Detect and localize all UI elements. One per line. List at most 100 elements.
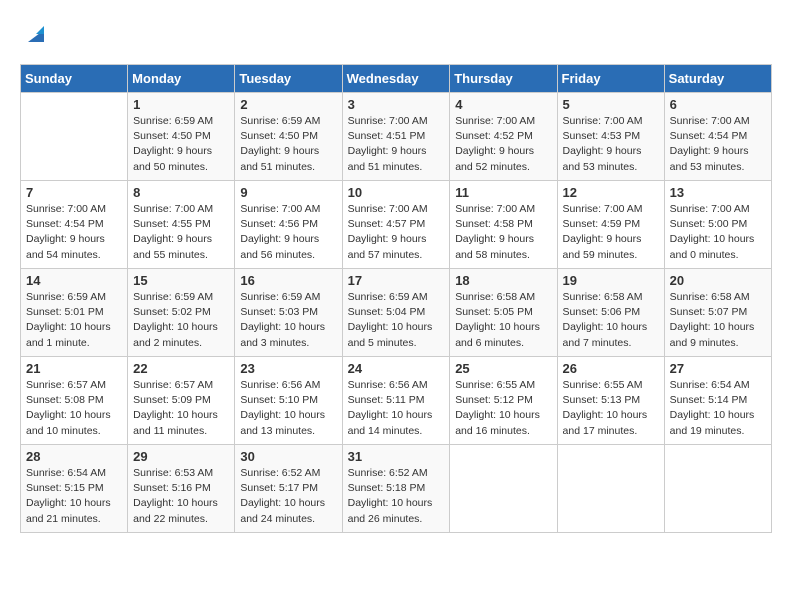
day-number: 16	[240, 273, 336, 288]
calendar-cell: 20 Sunrise: 6:58 AMSunset: 5:07 PMDayligh…	[664, 269, 771, 357]
day-number: 6	[670, 97, 766, 112]
day-number: 13	[670, 185, 766, 200]
calendar-header: SundayMondayTuesdayWednesdayThursdayFrid…	[21, 65, 772, 93]
day-number: 1	[133, 97, 229, 112]
calendar-cell: 16Sunrise: 6:59 AMSunset: 5:03 PMDayligh…	[235, 269, 342, 357]
weekday-header-monday: Monday	[128, 65, 235, 93]
logo-icon	[22, 20, 50, 48]
day-number: 24	[348, 361, 445, 376]
calendar-cell: 13Sunrise: 7:00 AMSunset: 5:00 PMDayligh…	[664, 181, 771, 269]
day-info: Sunrise: 6:55 AMSunset: 5:12 PMDaylight:…	[455, 378, 551, 439]
weekday-header-saturday: Saturday	[664, 65, 771, 93]
day-number: 27	[670, 361, 766, 376]
day-info: Sunrise: 7:00 AMSunset: 4:54 PMDaylight:…	[670, 114, 766, 175]
header	[20, 20, 772, 54]
day-info: Sunrise: 6:59 AMSunset: 4:50 PMDaylight:…	[240, 114, 336, 175]
week-row-3: 14Sunrise: 6:59 AMSunset: 5:01 PMDayligh…	[21, 269, 772, 357]
day-info: Sunrise: 6:57 AMSunset: 5:09 PMDaylight:…	[133, 378, 229, 439]
weekday-header-wednesday: Wednesday	[342, 65, 450, 93]
day-number: 19	[563, 273, 659, 288]
weekday-row: SundayMondayTuesdayWednesdayThursdayFrid…	[21, 65, 772, 93]
calendar-cell: 21 Sunrise: 6:57 AMSunset: 5:08 PMDayligh…	[21, 357, 128, 445]
day-info: Sunrise: 7:00 AMSunset: 4:58 PMDaylight:…	[455, 202, 551, 263]
day-info: Sunrise: 6:58 AMSunset: 5:07 PMDaylight:…	[670, 290, 766, 351]
day-info: Sunrise: 7:00 AMSunset: 4:57 PMDaylight:…	[348, 202, 445, 263]
day-number: 22	[133, 361, 229, 376]
day-number: 25	[455, 361, 551, 376]
calendar-table: SundayMondayTuesdayWednesdayThursdayFrid…	[20, 64, 772, 533]
day-info: Sunrise: 6:55 AMSunset: 5:13 PMDaylight:…	[563, 378, 659, 439]
logo	[20, 20, 50, 54]
day-info: Sunrise: 6:59 AMSunset: 5:02 PMDaylight:…	[133, 290, 229, 351]
calendar-cell	[450, 445, 557, 533]
day-info: Sunrise: 6:58 AMSunset: 5:06 PMDaylight:…	[563, 290, 659, 351]
day-info: Sunrise: 7:00 AMSunset: 4:52 PMDaylight:…	[455, 114, 551, 175]
calendar-cell: 8 Sunrise: 7:00 AMSunset: 4:55 PMDaylight…	[128, 181, 235, 269]
day-info: Sunrise: 7:00 AMSunset: 4:59 PMDaylight:…	[563, 202, 659, 263]
calendar-cell: 4 Sunrise: 7:00 AMSunset: 4:52 PMDaylight…	[450, 93, 557, 181]
calendar-cell: 26 Sunrise: 6:55 AMSunset: 5:13 PMDayligh…	[557, 357, 664, 445]
calendar-cell: 23 Sunrise: 6:56 AMSunset: 5:10 PMDayligh…	[235, 357, 342, 445]
day-number: 5	[563, 97, 659, 112]
calendar-cell: 6 Sunrise: 7:00 AMSunset: 4:54 PMDaylight…	[664, 93, 771, 181]
day-number: 4	[455, 97, 551, 112]
calendar-cell: 14Sunrise: 6:59 AMSunset: 5:01 PMDayligh…	[21, 269, 128, 357]
day-number: 20	[670, 273, 766, 288]
day-info: Sunrise: 7:00 AMSunset: 4:54 PMDaylight:…	[26, 202, 122, 263]
day-info: Sunrise: 6:54 AMSunset: 5:14 PMDaylight:…	[670, 378, 766, 439]
calendar-cell: 3Sunrise: 7:00 AMSunset: 4:51 PMDaylight…	[342, 93, 450, 181]
day-info: Sunrise: 6:59 AMSunset: 5:01 PMDaylight:…	[26, 290, 122, 351]
calendar-cell: 15Sunrise: 6:59 AMSunset: 5:02 PMDayligh…	[128, 269, 235, 357]
day-number: 23	[240, 361, 336, 376]
day-number: 28	[26, 449, 122, 464]
day-number: 7	[26, 185, 122, 200]
week-row-4: 21 Sunrise: 6:57 AMSunset: 5:08 PMDayligh…	[21, 357, 772, 445]
calendar-cell: 9 Sunrise: 7:00 AMSunset: 4:56 PMDaylight…	[235, 181, 342, 269]
calendar-cell: 12 Sunrise: 7:00 AMSunset: 4:59 PMDayligh…	[557, 181, 664, 269]
calendar-cell: 17 Sunrise: 6:59 AMSunset: 5:04 PMDayligh…	[342, 269, 450, 357]
day-number: 30	[240, 449, 336, 464]
day-number: 12	[563, 185, 659, 200]
day-number: 10	[348, 185, 445, 200]
day-info: Sunrise: 7:00 AMSunset: 4:56 PMDaylight:…	[240, 202, 336, 263]
calendar-cell: 27 Sunrise: 6:54 AMSunset: 5:14 PMDayligh…	[664, 357, 771, 445]
calendar-body: 1 Sunrise: 6:59 AMSunset: 4:50 PMDaylight…	[21, 93, 772, 533]
day-number: 18	[455, 273, 551, 288]
day-number: 9	[240, 185, 336, 200]
day-info: Sunrise: 6:52 AMSunset: 5:18 PMDaylight:…	[348, 466, 445, 527]
day-info: Sunrise: 7:00 AMSunset: 4:55 PMDaylight:…	[133, 202, 229, 263]
day-info: Sunrise: 6:56 AMSunset: 5:11 PMDaylight:…	[348, 378, 445, 439]
day-number: 8	[133, 185, 229, 200]
day-info: Sunrise: 6:53 AMSunset: 5:16 PMDaylight:…	[133, 466, 229, 527]
day-info: Sunrise: 6:56 AMSunset: 5:10 PMDaylight:…	[240, 378, 336, 439]
calendar-cell: 5 Sunrise: 7:00 AMSunset: 4:53 PMDaylight…	[557, 93, 664, 181]
day-number: 26	[563, 361, 659, 376]
calendar-cell: 19 Sunrise: 6:58 AMSunset: 5:06 PMDayligh…	[557, 269, 664, 357]
day-info: Sunrise: 6:57 AMSunset: 5:08 PMDaylight:…	[26, 378, 122, 439]
day-info: Sunrise: 6:59 AMSunset: 5:04 PMDaylight:…	[348, 290, 445, 351]
calendar-cell: 10 Sunrise: 7:00 AMSunset: 4:57 PMDayligh…	[342, 181, 450, 269]
day-info: Sunrise: 6:59 AMSunset: 4:50 PMDaylight:…	[133, 114, 229, 175]
calendar-cell: 25 Sunrise: 6:55 AMSunset: 5:12 PMDayligh…	[450, 357, 557, 445]
day-number: 21	[26, 361, 122, 376]
day-number: 2	[240, 97, 336, 112]
calendar-cell: 31Sunrise: 6:52 AMSunset: 5:18 PMDayligh…	[342, 445, 450, 533]
day-info: Sunrise: 6:54 AMSunset: 5:15 PMDaylight:…	[26, 466, 122, 527]
day-info: Sunrise: 6:58 AMSunset: 5:05 PMDaylight:…	[455, 290, 551, 351]
week-row-5: 28 Sunrise: 6:54 AMSunset: 5:15 PMDayligh…	[21, 445, 772, 533]
calendar-cell: 28 Sunrise: 6:54 AMSunset: 5:15 PMDayligh…	[21, 445, 128, 533]
day-info: Sunrise: 6:52 AMSunset: 5:17 PMDaylight:…	[240, 466, 336, 527]
day-number: 11	[455, 185, 551, 200]
calendar-cell: 11 Sunrise: 7:00 AMSunset: 4:58 PMDayligh…	[450, 181, 557, 269]
weekday-header-friday: Friday	[557, 65, 664, 93]
day-number: 17	[348, 273, 445, 288]
day-info: Sunrise: 7:00 AMSunset: 4:53 PMDaylight:…	[563, 114, 659, 175]
week-row-1: 1 Sunrise: 6:59 AMSunset: 4:50 PMDaylight…	[21, 93, 772, 181]
calendar-cell: 29 Sunrise: 6:53 AMSunset: 5:16 PMDayligh…	[128, 445, 235, 533]
day-number: 29	[133, 449, 229, 464]
calendar-cell: 22 Sunrise: 6:57 AMSunset: 5:09 PMDayligh…	[128, 357, 235, 445]
calendar-cell	[664, 445, 771, 533]
weekday-header-tuesday: Tuesday	[235, 65, 342, 93]
calendar-cell	[21, 93, 128, 181]
day-number: 3	[348, 97, 445, 112]
